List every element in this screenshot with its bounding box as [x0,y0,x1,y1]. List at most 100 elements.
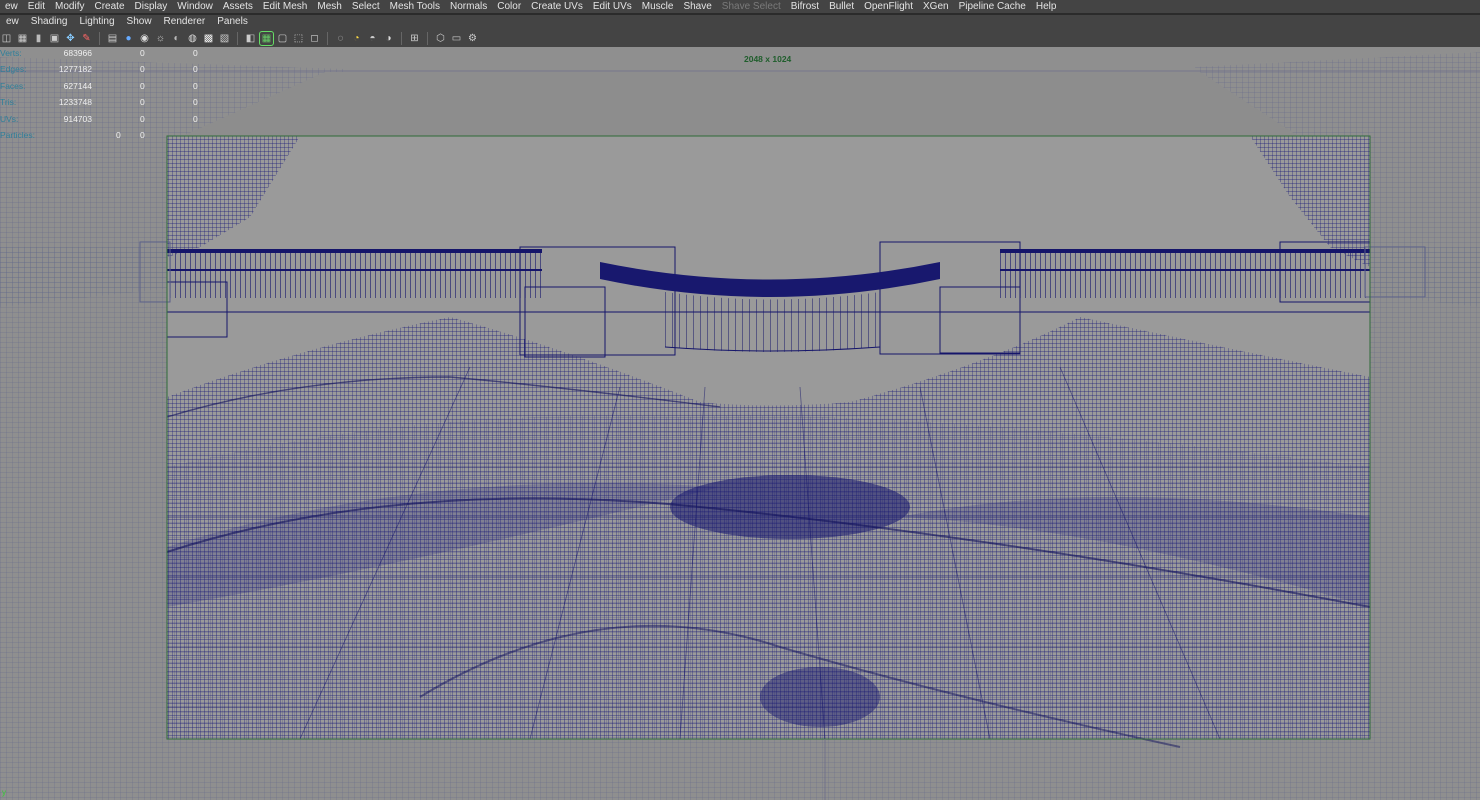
lights-icon[interactable]: ☼ [154,32,167,45]
menu-mesh[interactable]: Mesh [312,0,346,13]
ssao-icon[interactable]: ◌ [334,32,347,45]
xray-joints-icon[interactable]: ⊞ [408,32,421,45]
menu-bifrost[interactable]: Bifrost [786,0,824,13]
menu-openflight[interactable]: OpenFlight [859,0,918,13]
hud-label: Verts: [0,48,22,58]
perspective-viewport[interactable] [0,47,1480,800]
viewport-toolbar: ◫ ▦ ▮ ▣ ✥ ✎ ▤ ● ◉ ☼ ◐ ◍ ▩ ▧ ◧ ▦ ▢ ⬚ ◻ ◌ ◔ ◓ ◑ ⊞ ⬡ ▭ ⚙ [0,29,1480,47]
hud-row: Edges: 1277182 0 0 [0,63,220,79]
hud-count: 683966 [63,48,92,58]
toolbar-separator [99,31,100,45]
hud-count: 1233748 [58,97,92,108]
isolate-select-icon[interactable]: ◧ [244,32,257,45]
hud-component-count: 0 [193,113,198,124]
menu-color[interactable]: Color [492,0,526,13]
wireframe-icon[interactable]: ▤ [106,32,119,45]
menu-edit-mesh[interactable]: Edit Mesh [258,0,312,13]
hud-row: Verts: 683966 0 0 [0,47,220,63]
safe-action-icon[interactable]: ⬚ [292,32,305,45]
grid-icon[interactable]: ▦ [16,32,29,45]
panel-menu-shading[interactable]: Shading [25,15,74,29]
camera-icon[interactable]: ◫ [0,32,13,45]
smooth-shade-icon[interactable]: ● [122,32,135,45]
main-menu-bar: ew Edit Modify Create Display Window Assets Edi… [0,0,1480,13]
hud-row-particles: Particles: 0 0 [0,129,220,145]
menu-mesh-tools[interactable]: Mesh Tools [385,0,445,13]
hud-count: 0 [116,129,121,140]
hud-component-count: 0 [193,64,198,75]
menu-modify[interactable]: Modify [50,0,89,13]
xray-icon[interactable]: ◻ [308,32,321,45]
menu-xgen[interactable]: XGen [918,0,954,13]
menu-help[interactable]: Help [1031,0,1062,13]
gate-mask-icon[interactable]: ▢ [276,32,289,45]
resolution-gate [139,135,1426,748]
menu-normals[interactable]: Normals [445,0,492,13]
menu-shave-select[interactable]: Shave Select [717,0,786,13]
hud-label: UVs: [0,113,19,124]
film-gate-icon[interactable]: ▭ [450,32,463,45]
texture-checker-icon[interactable]: ▧ [218,32,231,45]
hud-selected-count: 0 [140,113,145,124]
toolbar-separator [427,31,428,45]
resolution-gate-icon[interactable]: ▦ [259,30,274,46]
menu-display[interactable]: Display [130,0,173,13]
panel-menu-bar: ew Shading Lighting Show Renderer Panels [0,15,1480,29]
grease-pencil-icon[interactable]: ✎ [80,32,93,45]
viewport-2-icon[interactable]: ⬡ [434,32,447,45]
toolbar-separator [401,31,402,45]
menu-assets[interactable]: Assets [218,0,258,13]
menu-bullet[interactable]: Bullet [824,0,859,13]
texture-icon[interactable]: ◉ [138,32,151,45]
wireframe-scene [0,47,1480,800]
hud-label: Tris: [0,97,17,108]
hud-selected-count: 0 [140,97,145,108]
menu-select[interactable]: Select [347,0,385,13]
panel-menu-renderer[interactable]: Renderer [158,15,212,29]
menu-muscle[interactable]: Muscle [637,0,679,13]
camera-attributes-icon[interactable]: ⚙ [466,32,479,45]
panel-menu-ew[interactable]: ew [0,15,25,29]
hud-component-count: 0 [193,97,198,108]
hud-count: 627144 [63,80,92,91]
anti-alias-icon[interactable]: ▩ [202,32,215,45]
panel-menu-panels[interactable]: Panels [211,15,254,29]
hud-selected-count: 0 [140,80,145,91]
hud-count: 914703 [63,113,92,124]
bookmark-icon[interactable]: ▮ [32,32,45,45]
hud-label: Particles: [0,129,35,140]
menu-ew[interactable]: ew [0,0,23,13]
two-d-pan-icon[interactable]: ✥ [64,32,77,45]
hud-row: Faces: 627144 0 0 [0,80,220,96]
view-axis-indicator: y [2,788,6,797]
motion-blur-icon[interactable]: ◔ [350,32,363,45]
hud-label: Faces: [0,80,26,91]
hud-selected-count: 0 [140,129,145,140]
resolution-gate-label: 2048 x 1024 [744,54,792,64]
hud-component-count: 0 [193,48,198,58]
hud-count: 1277182 [58,64,92,75]
hud-selected-count: 0 [140,64,145,75]
depth-of-field-icon[interactable]: ◓ [366,32,379,45]
toolbar-separator [327,31,328,45]
menu-shave[interactable]: Shave [678,0,716,13]
exposure-icon[interactable]: ◑ [382,32,395,45]
hud-row: Tris: 1233748 0 0 [0,96,220,112]
menu-pipeline-cache[interactable]: Pipeline Cache [954,0,1031,13]
poly-count-hud: Verts: 683966 0 0 Edges: 1277182 0 0 Faces: 62714… [0,47,220,145]
hud-selected-count: 0 [140,48,145,58]
menu-edit-uvs[interactable]: Edit UVs [588,0,637,13]
hud-row: UVs: 914703 0 0 [0,113,220,129]
shadows-icon[interactable]: ◐ [170,32,183,45]
menu-window[interactable]: Window [172,0,218,13]
image-plane-icon[interactable]: ▣ [48,32,61,45]
hud-label: Edges: [0,64,27,75]
panel-menu-show[interactable]: Show [121,15,158,29]
hud-component-count: 0 [193,80,198,91]
ambient-occlusion-icon[interactable]: ◍ [186,32,199,45]
menu-create[interactable]: Create [89,0,129,13]
menu-edit[interactable]: Edit [23,0,50,13]
menu-create-uvs[interactable]: Create UVs [526,0,588,13]
panel-menu-lighting[interactable]: Lighting [74,15,121,29]
toolbar-separator [237,31,238,45]
